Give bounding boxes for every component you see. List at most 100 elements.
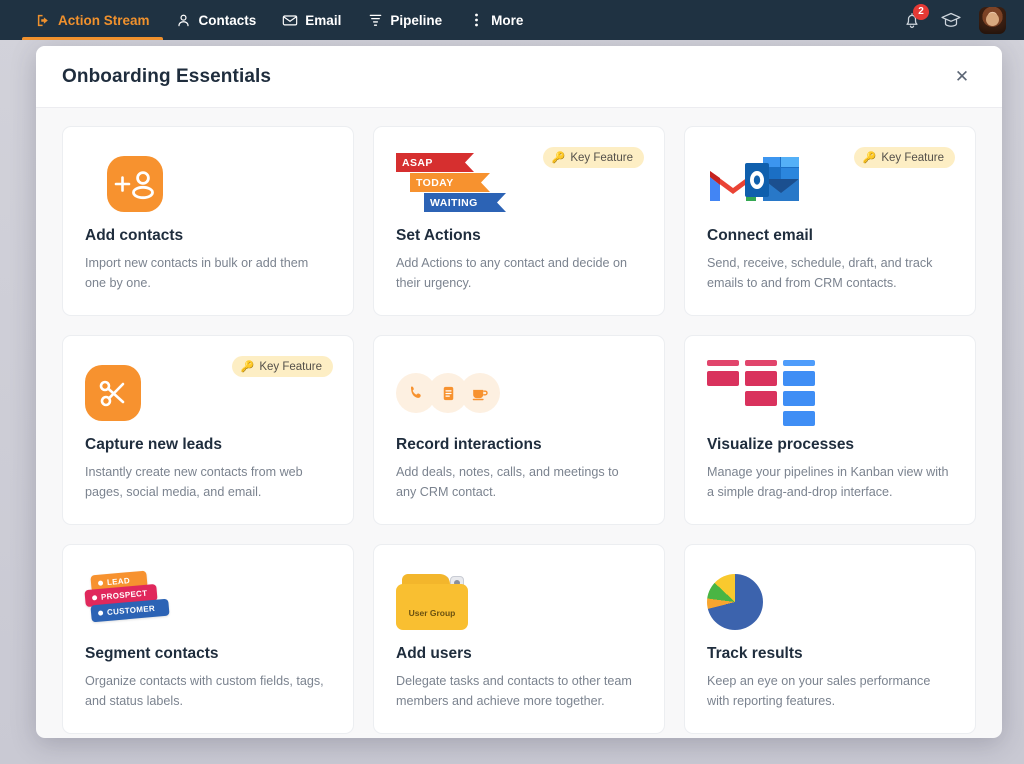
user-group-folder-icon: User Group bbox=[396, 574, 468, 630]
graduation-cap-icon bbox=[939, 9, 963, 31]
priority-ribbons-icon: ASAP TODAY WAITING bbox=[396, 153, 516, 215]
card-media bbox=[707, 356, 953, 430]
nav-item-email[interactable]: Email bbox=[269, 0, 354, 40]
nav-item-label: Pipeline bbox=[390, 13, 442, 28]
status-badge-label: Key Feature bbox=[570, 152, 633, 164]
card-title: Segment contacts bbox=[85, 645, 331, 663]
person-icon bbox=[176, 12, 192, 28]
status-badge-label: Key Feature bbox=[259, 361, 322, 373]
nav-item-more[interactable]: More bbox=[455, 0, 536, 40]
card-title: Visualize processes bbox=[707, 436, 953, 454]
nav-item-pipeline[interactable]: Pipeline bbox=[354, 0, 455, 40]
top-navigation-bar: Action Stream Contacts Email Pipeline bbox=[0, 0, 1024, 40]
kanban-card bbox=[707, 360, 739, 366]
feature-card-record-interactions[interactable]: Record interactions Add deals, notes, ca… bbox=[373, 335, 665, 525]
close-icon[interactable]: ✕ bbox=[948, 63, 976, 91]
card-description: Delegate tasks and contacts to other tea… bbox=[396, 672, 642, 711]
card-media bbox=[707, 565, 953, 639]
ribbon-asap: ASAP bbox=[396, 153, 474, 172]
card-media: LEAD PROSPECT CUSTOMER bbox=[85, 565, 331, 639]
graduation-cap-button[interactable] bbox=[939, 9, 963, 31]
feature-card-connect-email[interactable]: 🔑 Key Feature bbox=[684, 126, 976, 316]
kanban-card bbox=[707, 371, 739, 386]
card-media bbox=[85, 147, 331, 221]
coffee-cup-icon bbox=[460, 373, 500, 413]
gmail-outlook-icon bbox=[707, 155, 803, 213]
modal-header: Onboarding Essentials ✕ bbox=[36, 46, 1002, 108]
app-page: Action Stream Contacts Email Pipeline bbox=[0, 0, 1024, 764]
key-icon: 🔑 bbox=[552, 151, 566, 164]
card-title: Connect email bbox=[707, 227, 953, 245]
nav-item-action-stream[interactable]: Action Stream bbox=[22, 0, 163, 40]
onboarding-essentials-modal: Onboarding Essentials ✕ bbox=[36, 46, 1002, 738]
feature-card-add-users[interactable]: User Group Add users Delegate tasks and … bbox=[373, 544, 665, 734]
funnel-icon bbox=[367, 12, 383, 28]
kanban-card bbox=[745, 391, 777, 406]
nav-item-label: More bbox=[491, 13, 523, 28]
tag-dot-icon bbox=[98, 610, 103, 615]
kanban-column-1 bbox=[707, 360, 739, 386]
envelope-icon bbox=[282, 12, 298, 28]
status-badge: 🔑 Key Feature bbox=[854, 147, 955, 168]
card-description: Organize contacts with custom fields, ta… bbox=[85, 672, 331, 711]
phone-note-coffee-icon bbox=[396, 373, 500, 413]
notifications-bell-button[interactable]: 2 bbox=[901, 9, 923, 31]
add-contact-icon bbox=[107, 156, 163, 212]
card-title: Add users bbox=[396, 645, 642, 663]
feature-card-visualize-processes[interactable]: Visualize processes Manage your pipeline… bbox=[684, 335, 976, 525]
key-icon: 🔑 bbox=[241, 360, 255, 373]
key-icon: 🔑 bbox=[863, 151, 877, 164]
action-stream-icon bbox=[35, 12, 51, 28]
tag-dot-icon bbox=[98, 580, 103, 585]
kanban-card bbox=[783, 391, 815, 406]
card-title: Record interactions bbox=[396, 436, 642, 454]
kanban-column-2 bbox=[745, 360, 777, 406]
feature-card-add-contacts[interactable]: Add contacts Import new contacts in bulk… bbox=[62, 126, 354, 316]
status-tags-icon: LEAD PROSPECT CUSTOMER bbox=[85, 571, 205, 633]
tag-label: CUSTOMER bbox=[107, 604, 156, 617]
ribbon-today: TODAY bbox=[410, 173, 490, 192]
nav-item-label: Action Stream bbox=[58, 13, 150, 28]
folder-body: User Group bbox=[396, 584, 468, 630]
kanban-card bbox=[745, 360, 777, 366]
kanban-card bbox=[783, 360, 815, 366]
card-title: Capture new leads bbox=[85, 436, 331, 454]
page-title: Onboarding Essentials bbox=[62, 66, 271, 88]
card-description: Keep an eye on your sales performance wi… bbox=[707, 672, 953, 711]
user-avatar[interactable] bbox=[979, 7, 1006, 34]
feature-card-capture-new-leads[interactable]: 🔑 Key Feature Capture new leads bbox=[62, 335, 354, 525]
notification-count-badge: 2 bbox=[913, 4, 929, 20]
nav-item-label: Contacts bbox=[199, 13, 257, 28]
nav-items: Action Stream Contacts Email Pipeline bbox=[22, 0, 536, 40]
feature-card-track-results[interactable]: Track results Keep an eye on your sales … bbox=[684, 544, 976, 734]
card-title: Add contacts bbox=[85, 227, 331, 245]
nav-item-contacts[interactable]: Contacts bbox=[163, 0, 270, 40]
card-media: User Group bbox=[396, 565, 642, 639]
status-badge: 🔑 Key Feature bbox=[232, 356, 333, 377]
kanban-column-3 bbox=[783, 360, 815, 426]
nav-right-actions: 2 bbox=[901, 7, 1010, 34]
kanban-card bbox=[745, 371, 777, 386]
card-title: Set Actions bbox=[396, 227, 642, 245]
card-description: Send, receive, schedule, draft, and trac… bbox=[707, 254, 953, 293]
card-description: Import new contacts in bulk or add them … bbox=[85, 254, 331, 293]
kebab-menu-icon bbox=[468, 12, 484, 28]
outlook-icon bbox=[743, 155, 801, 207]
status-badge-label: Key Feature bbox=[881, 152, 944, 164]
tag-label: PROSPECT bbox=[101, 589, 148, 602]
card-description: Instantly create new contacts from web p… bbox=[85, 463, 331, 502]
tag-dot-icon bbox=[92, 595, 97, 600]
nav-item-label: Email bbox=[305, 13, 341, 28]
feature-card-segment-contacts[interactable]: LEAD PROSPECT CUSTOMER Se bbox=[62, 544, 354, 734]
card-media bbox=[396, 356, 642, 430]
ribbon-waiting: WAITING bbox=[424, 193, 506, 212]
kanban-card bbox=[783, 411, 815, 426]
folder-label: User Group bbox=[409, 608, 456, 618]
card-description: Add Actions to any contact and decide on… bbox=[396, 254, 642, 293]
kanban-board-icon bbox=[707, 360, 815, 426]
card-description: Manage your pipelines in Kanban view wit… bbox=[707, 463, 953, 502]
kanban-card bbox=[783, 371, 815, 386]
scissors-icon bbox=[85, 365, 141, 421]
card-description: Add deals, notes, calls, and meetings to… bbox=[396, 463, 642, 502]
feature-card-set-actions[interactable]: 🔑 Key Feature ASAP TODAY WAITING Set Act… bbox=[373, 126, 665, 316]
